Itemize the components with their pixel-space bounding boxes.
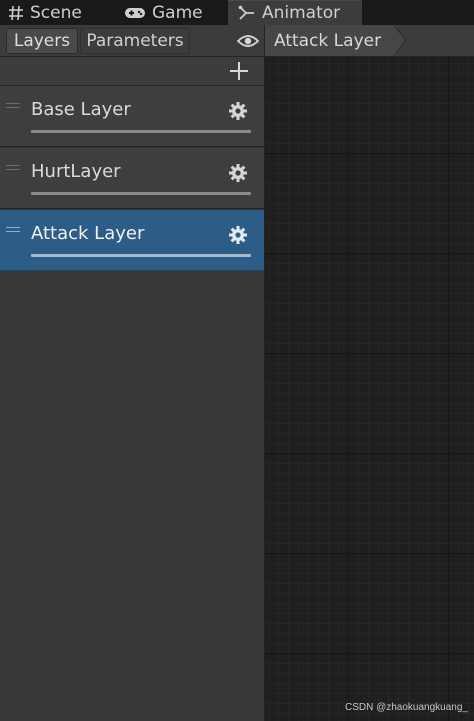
gear-icon[interactable]: [228, 101, 248, 121]
layer-name: HurtLayer: [31, 161, 121, 182]
layer-item-hurtlayer[interactable]: HurtLayer: [0, 148, 264, 209]
plus-icon[interactable]: [228, 60, 250, 82]
tab-parameters-label: Parameters: [86, 31, 184, 51]
gamepad-icon: [124, 6, 146, 20]
tab-animator-label: Animator: [262, 3, 341, 23]
breadcrumb-arrow-icon: [394, 25, 406, 56]
layer-toolbar: [0, 57, 264, 86]
layer-item-attack-layer[interactable]: Attack Layer: [0, 210, 264, 271]
hash-icon: [8, 5, 24, 21]
layers-panel: Layers Parameters Base Layer HurtLayer A…: [0, 25, 265, 721]
tab-layers[interactable]: Layers: [6, 28, 78, 54]
animator-graph-canvas[interactable]: CSDN @zhaokuangkuang_: [265, 57, 474, 721]
drag-handle-icon[interactable]: [6, 227, 20, 232]
tab-scene[interactable]: Scene: [8, 0, 118, 25]
eye-icon[interactable]: [231, 25, 265, 56]
gear-icon[interactable]: [228, 163, 248, 183]
tab-scene-label: Scene: [30, 2, 82, 23]
breadcrumb-attack-layer[interactable]: Attack Layer: [265, 25, 398, 56]
tab-game[interactable]: Game: [124, 0, 224, 25]
tab-parameters[interactable]: Parameters: [80, 28, 190, 54]
layer-weight-bar: [31, 254, 251, 257]
breadcrumb-label: Attack Layer: [274, 30, 382, 51]
tab-game-label: Game: [152, 2, 203, 23]
watermark: CSDN @zhaokuangkuang_: [344, 702, 468, 713]
tab-animator[interactable]: Animator: [228, 0, 362, 25]
panel-tabs: Layers Parameters: [0, 25, 264, 57]
layer-weight-bar: [31, 192, 251, 195]
tab-layers-label: Layers: [13, 31, 71, 51]
layer-name: Base Layer: [31, 99, 131, 120]
gear-icon[interactable]: [228, 225, 248, 245]
layer-item-base-layer[interactable]: Base Layer: [0, 86, 264, 147]
layer-weight-bar: [31, 130, 251, 133]
drag-handle-icon[interactable]: [6, 165, 20, 170]
drag-handle-icon[interactable]: [6, 103, 20, 108]
animator-icon: [238, 5, 256, 21]
layer-name: Attack Layer: [31, 223, 145, 244]
window-tab-bar: Scene Game Animator: [0, 0, 474, 25]
graph-breadcrumb-bar: Attack Layer: [237, 25, 474, 57]
